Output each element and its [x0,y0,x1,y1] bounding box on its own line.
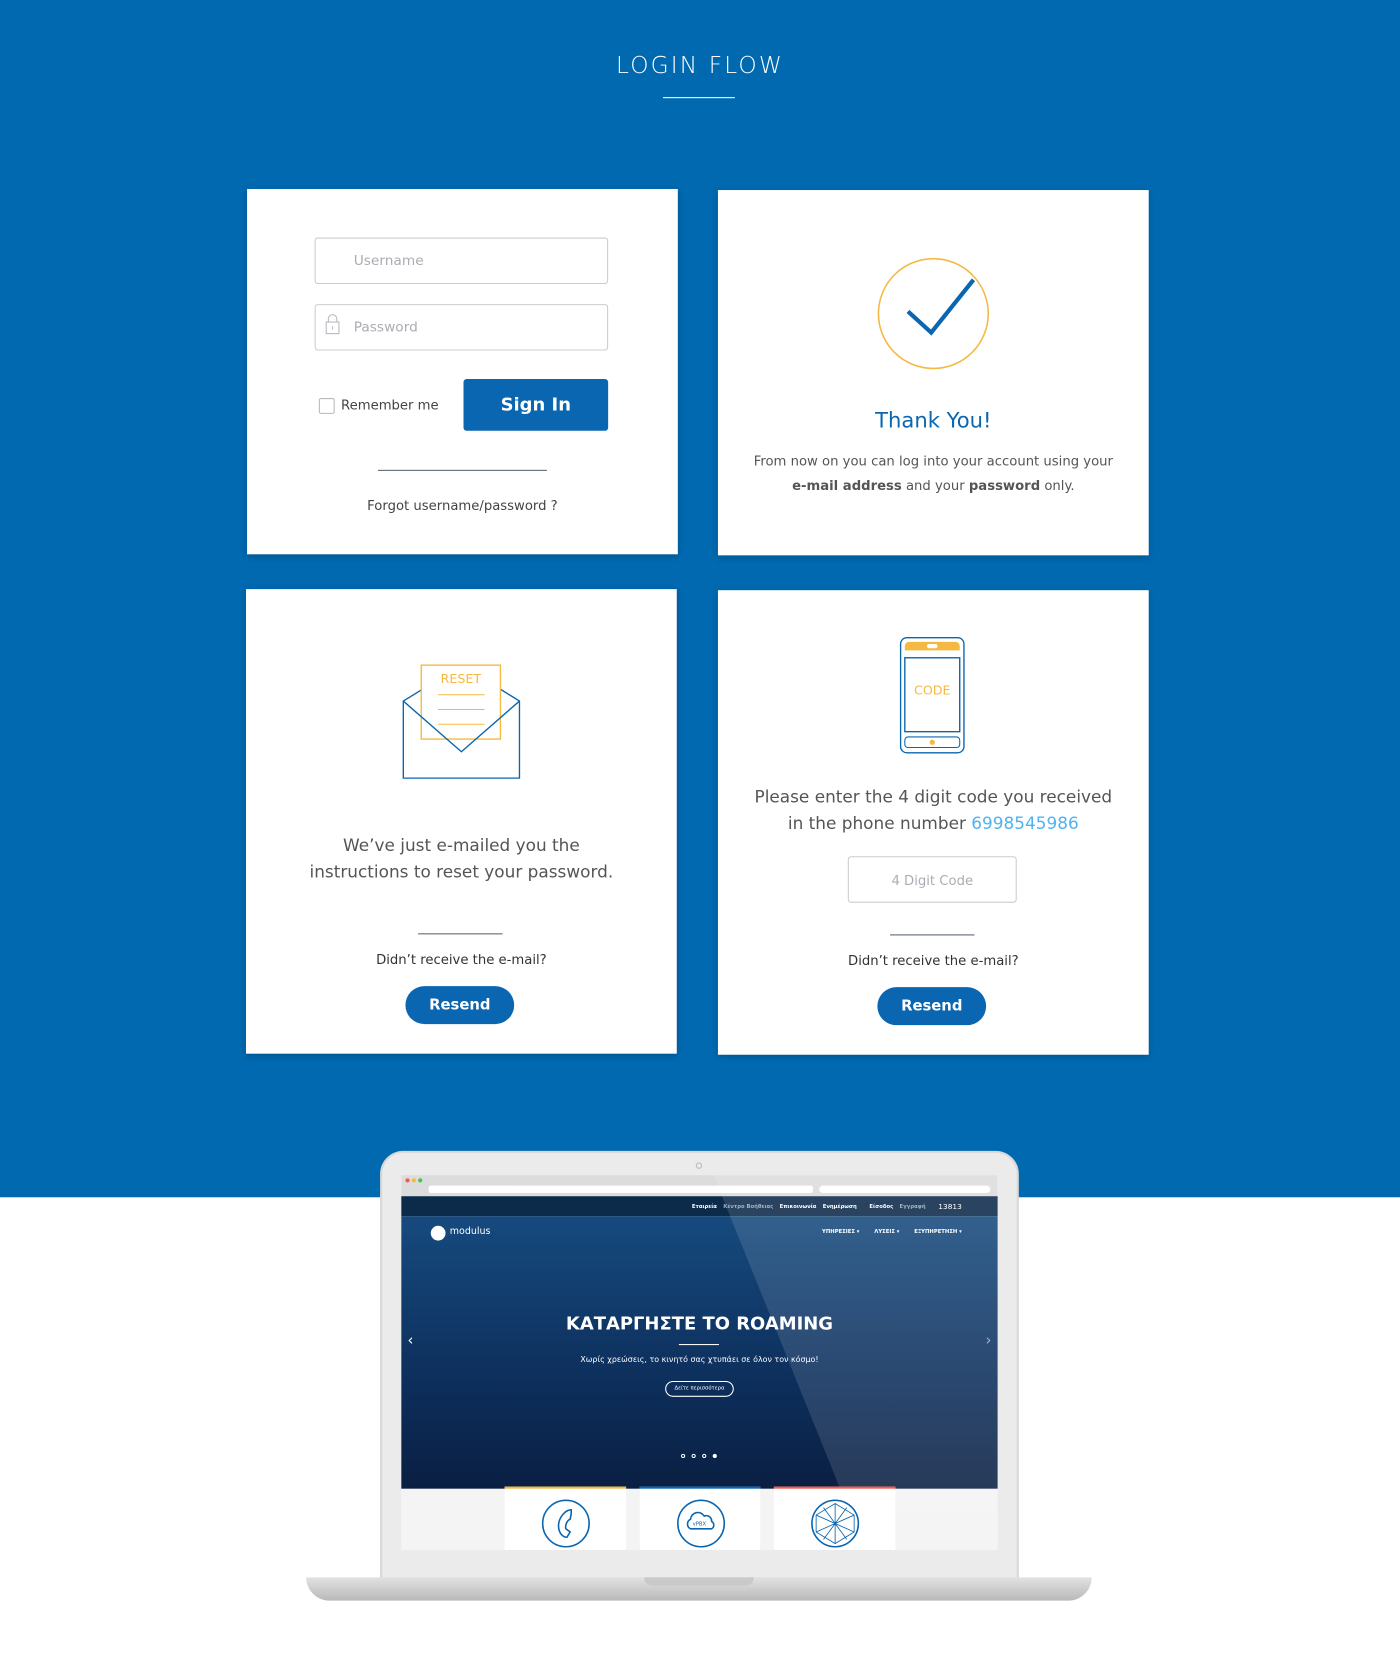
text: only. [1040,477,1075,494]
laptop-screen: Εταιρεία Κέντρο Βοήθειας Επικοινωνία Ενη… [401,1175,998,1550]
resend-button[interactable]: Resend [877,987,987,1026]
username-input[interactable] [314,237,609,285]
maximize-dot [418,1178,423,1183]
page-background [0,0,1400,1198]
laptop-notch [644,1577,754,1586]
divider [890,934,975,936]
hero-title: ΚΑΤΑΡΓΗΣΤΕ ΤΟ ROAMING [565,1313,834,1335]
message-line: in the phone number 6998545986 [718,810,1149,836]
page-title: LOGIN FLOW [616,52,784,80]
reset-email-card: RESET We’ve just e-mailed you the instru… [246,589,677,1054]
checkmark-icon [877,257,990,370]
lock-icon [325,314,340,335]
dot[interactable] [691,1453,696,1459]
sign-in-button[interactable]: Sign In [463,379,609,431]
message-line: From now on you can log into your accoun… [753,452,1113,469]
message-line: Please enter the 4 digit code you receiv… [754,786,1113,807]
hero-subtitle: Χωρίς χρεώσεις, το κινητό σας χτυπάει σε… [580,1354,819,1365]
message-line: We’ve just e-mailed you the [343,835,580,856]
hero: modulus ΥΠΗΡΕΣΙΕΣ ▾ ΛΥΣΕΙΣ ▾ ΕΞΥΠΗΡΕΤΗΣΗ… [401,1175,998,1512]
resend-button[interactable]: Resend [405,986,515,1025]
reset-message: We’ve just e-mailed you the instructions… [246,832,677,885]
bold-password: password [968,477,1041,494]
digit-code-input[interactable] [847,856,1017,903]
close-dot [405,1178,410,1183]
login-card: Remember me Sign In Forgot username/pass… [247,188,678,555]
dot[interactable] [702,1453,707,1459]
divider [377,469,547,471]
main-nav: ΥΠΗΡΕΣΙΕΣ ▾ ΛΥΣΕΙΣ ▾ ΕΞΥΠΗΡΕΤΗΣΗ ▾ [822,1229,962,1235]
thank-you-message: From now on you can log into your accoun… [718,449,1149,498]
phone-icon [541,1499,590,1548]
nav-item[interactable]: ΕΞΥΠΗΡΕΤΗΣΗ ▾ [914,1229,962,1235]
tile-vpbx[interactable]: vPBX [639,1486,761,1550]
didnt-receive-text: Didn’t receive the e-mail? [376,951,547,968]
vpbx-label: vPBX [692,1521,707,1528]
password-input[interactable] [314,304,609,351]
light-reflection [713,1175,998,1512]
message-line: instructions to reset your password. [309,861,614,882]
next-arrow-icon[interactable]: › [985,1332,991,1349]
thank-you-card: Thank You! From now on you can log into … [717,190,1149,556]
globe-network-icon [811,1499,860,1548]
phone-screen-label: CODE [913,683,951,698]
tile-global[interactable] [773,1486,896,1550]
bold-email: e-mail address [792,477,902,494]
camera-dot [695,1162,703,1169]
message-line: e-mail address and your password only. [718,473,1149,497]
remember-me-label: Remember me [341,396,439,413]
code-card: CODE Please enter the 4 digit code you r… [717,590,1149,1055]
remember-me-checkbox[interactable] [318,398,335,414]
text: in the phone number [787,812,972,834]
envelope-label: RESET [440,671,482,687]
hero-underline [678,1344,719,1346]
text: and your [901,477,969,494]
minimize-dot [411,1178,416,1183]
modulus-logo-icon [430,1225,446,1241]
divider [418,933,503,935]
prev-arrow-icon[interactable]: ‹ [408,1332,414,1349]
forgot-password-link[interactable]: Forgot username/password ? [247,497,678,513]
tile-phone[interactable] [504,1486,627,1550]
didnt-receive-text: Didn’t receive the e-mail? [848,952,1019,969]
phone-number: 6998545986 [971,812,1079,834]
code-message: Please enter the 4 digit code you receiv… [718,783,1149,836]
dot[interactable] [712,1453,717,1459]
nav-link[interactable]: Εταιρεία [692,1203,717,1209]
thank-you-heading: Thank You! [875,407,992,433]
nav-item[interactable]: ΛΥΣΕΙΣ ▾ [874,1229,899,1235]
dot[interactable] [680,1453,686,1459]
hero-button[interactable]: Δείτε περισσότερα [665,1380,734,1397]
logo-text: modulus [449,1226,491,1238]
nav-item[interactable]: ΥΠΗΡΕΣΙΕΣ ▾ [822,1229,859,1235]
carousel-dots[interactable] [680,1453,717,1459]
title-underline [663,97,735,99]
